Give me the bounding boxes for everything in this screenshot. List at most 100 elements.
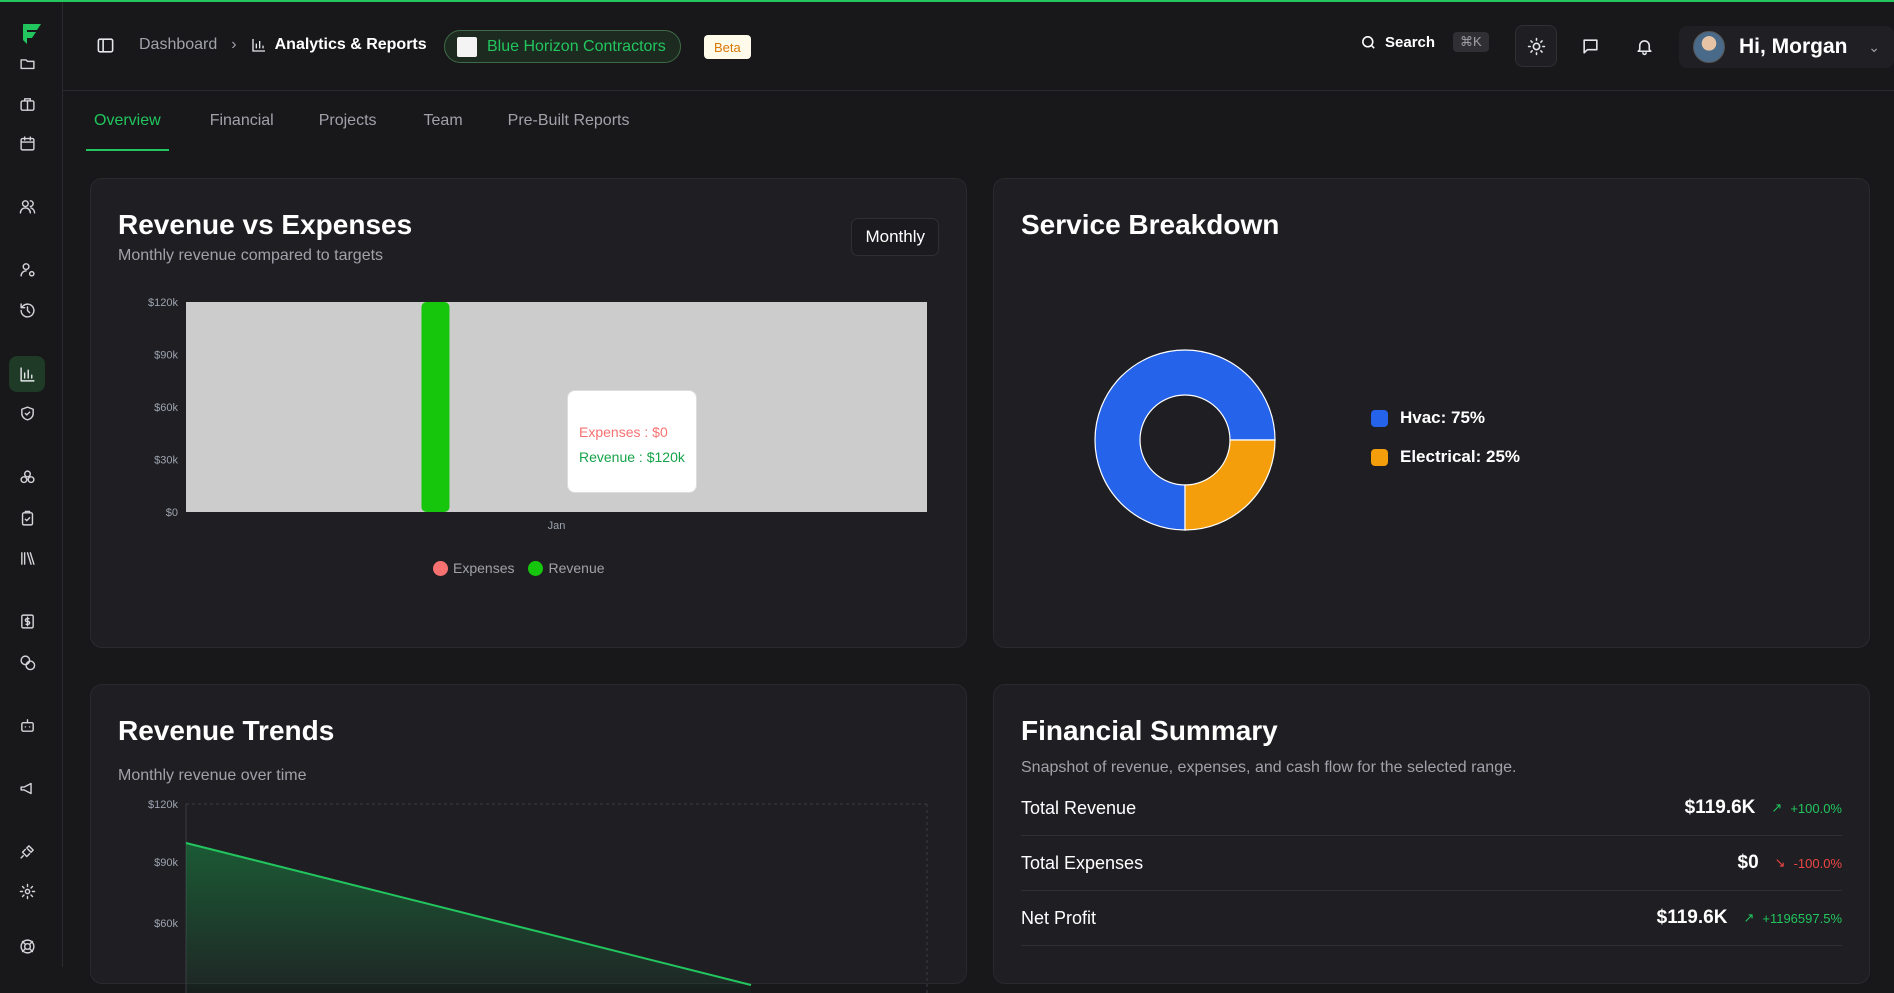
legend-label-hvac: Hvac: 75% bbox=[1400, 408, 1486, 427]
megaphone-icon[interactable] bbox=[16, 777, 38, 799]
tooltip-expenses: Expenses : $0 bbox=[579, 424, 668, 440]
summary-value: $119.6K bbox=[1656, 907, 1728, 928]
library-icon[interactable] bbox=[16, 547, 38, 569]
sidebar bbox=[0, 2, 63, 967]
legend-swatch-electrical bbox=[1371, 448, 1388, 466]
tooltip-header bbox=[579, 405, 685, 419]
users-icon[interactable] bbox=[16, 195, 38, 217]
sun-icon bbox=[1527, 37, 1545, 55]
breadcrumb-dashboard[interactable]: Dashboard bbox=[139, 36, 217, 54]
theme-toggle-button[interactable] bbox=[1515, 25, 1557, 67]
plug-icon[interactable] bbox=[16, 840, 38, 862]
user-gear-icon[interactable] bbox=[16, 258, 38, 280]
summary-change-value: +1196597.5% bbox=[1762, 910, 1842, 926]
chart-icon bbox=[251, 39, 265, 52]
arrow-down-right-icon: ↘ bbox=[1774, 855, 1786, 870]
summary-change: ↗ +1196597.5% bbox=[1743, 910, 1842, 926]
summary-label: Total Revenue bbox=[1021, 797, 1137, 818]
card-subtitle: Snapshot of revenue, expenses, and cash … bbox=[1021, 759, 1517, 776]
legend-dot-revenue bbox=[528, 560, 544, 576]
search-shortcut: ⌘K bbox=[1453, 32, 1489, 52]
summary-change: ↗ +100.0% bbox=[1771, 800, 1842, 816]
calendar-icon[interactable] bbox=[16, 132, 38, 154]
bar-revenue bbox=[421, 302, 450, 512]
y-tick-label: $120k bbox=[148, 297, 178, 309]
bell-icon bbox=[1636, 39, 1652, 55]
legend-label-revenue: Revenue bbox=[548, 560, 605, 576]
chevron-down-icon: ⌄ bbox=[1868, 38, 1880, 55]
card-subtitle: Monthly revenue compared to targets bbox=[118, 247, 384, 264]
report-tabs: Overview Financial Projects Team Pre-Bui… bbox=[86, 91, 634, 151]
help-icon[interactable] bbox=[16, 935, 38, 957]
summary-change-value: +100.0% bbox=[1790, 800, 1842, 816]
messages-button[interactable] bbox=[1569, 25, 1611, 67]
bot-icon[interactable] bbox=[16, 714, 38, 736]
arrow-up-right-icon: ↗ bbox=[1743, 910, 1755, 925]
y-tick-label: $90k bbox=[154, 857, 178, 869]
summary-value: $0 bbox=[1737, 852, 1759, 873]
shield-check-icon[interactable] bbox=[16, 402, 38, 424]
summary-label: Net Profit bbox=[1021, 907, 1097, 928]
legend-expenses[interactable]: Expenses bbox=[433, 560, 514, 576]
search-label: Search bbox=[1385, 33, 1436, 51]
tab-projects[interactable]: Projects bbox=[315, 91, 381, 151]
y-tick-label: $60k bbox=[154, 918, 178, 930]
chart-tooltip: Expenses : $0 Revenue : $120k bbox=[567, 390, 697, 493]
service-breakdown-card: Service Breakdown Hvac: 75% Electrical: … bbox=[993, 178, 1870, 648]
summary-row-net-profit: Net Profit $119.6K ↗ +1196597.5% bbox=[1021, 891, 1842, 946]
nodes-icon[interactable] bbox=[16, 466, 38, 488]
avatar bbox=[1693, 31, 1725, 63]
notifications-button[interactable] bbox=[1623, 25, 1665, 67]
sidebar-toggle-icon[interactable] bbox=[96, 36, 115, 55]
client-selector[interactable]: Blue Horizon Contractors bbox=[444, 30, 681, 63]
legend-label-electrical: Electrical: 25% bbox=[1400, 447, 1521, 466]
coins-icon[interactable] bbox=[16, 651, 38, 673]
arrow-up-right-icon: ↗ bbox=[1771, 800, 1783, 815]
summary-change-value: -100.0% bbox=[1793, 855, 1842, 871]
invoice-icon[interactable] bbox=[16, 610, 38, 632]
chart-icon[interactable] bbox=[16, 363, 38, 385]
tab-pre-built-reports[interactable]: Pre-Built Reports bbox=[504, 91, 634, 151]
legend-swatch-hvac bbox=[1371, 409, 1388, 427]
breadcrumb-current: Analytics & Reports bbox=[274, 36, 427, 53]
y-tick-label: $60k bbox=[154, 402, 178, 414]
tab-financial[interactable]: Financial bbox=[206, 91, 278, 151]
card-title: Revenue Trends bbox=[118, 715, 335, 746]
revenue-trends-area-chart: $60k $90k $120k bbox=[148, 799, 928, 993]
legend-label-expenses: Expenses bbox=[453, 560, 515, 576]
y-tick-label: $90k bbox=[154, 350, 178, 362]
y-tick-label: $30k bbox=[154, 455, 178, 467]
legend-dot-expenses bbox=[433, 560, 448, 576]
trend-area bbox=[186, 843, 751, 993]
briefcase-icon[interactable] bbox=[16, 93, 38, 115]
tab-overview[interactable]: Overview bbox=[86, 91, 169, 151]
x-tick-label: Jan bbox=[548, 520, 566, 532]
financial-summary-card: Financial Summary Snapshot of revenue, e… bbox=[993, 684, 1870, 984]
summary-label: Total Expenses bbox=[1021, 852, 1144, 873]
legend-electrical[interactable]: Electrical: 25% bbox=[1371, 447, 1520, 467]
user-menu[interactable]: Hi, Morgan ⌄ bbox=[1679, 26, 1894, 68]
summary-row-total-expenses: Total Expenses $0 ↘ -100.0% bbox=[1021, 836, 1842, 891]
history-icon[interactable] bbox=[16, 299, 38, 321]
tooltip-revenue: Revenue : $120k bbox=[579, 449, 685, 465]
service-donut-chart bbox=[1094, 349, 1276, 531]
search-icon bbox=[1362, 35, 1375, 49]
folder-icon[interactable] bbox=[16, 52, 38, 74]
client-name: Blue Horizon Contractors bbox=[487, 37, 666, 55]
card-subtitle: Monthly revenue over time bbox=[118, 767, 307, 784]
period-select[interactable]: Monthly bbox=[851, 218, 939, 256]
summary-value: $119.6K bbox=[1684, 797, 1756, 818]
search-button[interactable]: Search ⌘K bbox=[1360, 32, 1489, 52]
summary-change: ↘ -100.0% bbox=[1775, 855, 1842, 871]
top-header: Dashboard › Analytics & Reports Blue Hor… bbox=[63, 2, 1894, 91]
clipboard-check-icon[interactable] bbox=[16, 507, 38, 529]
settings-icon[interactable] bbox=[16, 880, 38, 902]
app-logo[interactable] bbox=[17, 20, 45, 48]
legend-hvac[interactable]: Hvac: 75% bbox=[1371, 408, 1520, 428]
chevron-right-icon: › bbox=[231, 36, 237, 53]
tab-team[interactable]: Team bbox=[420, 91, 467, 151]
y-tick-label: $120k bbox=[148, 799, 178, 811]
legend-revenue[interactable]: Revenue bbox=[528, 560, 605, 576]
message-icon bbox=[1582, 38, 1598, 54]
card-title: Revenue vs Expenses bbox=[118, 209, 413, 240]
